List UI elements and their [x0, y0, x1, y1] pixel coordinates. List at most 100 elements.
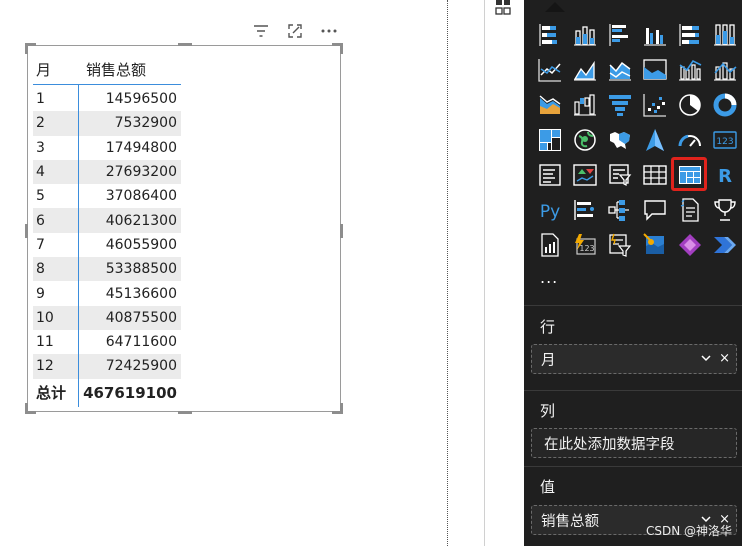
svg-text:R: R: [718, 166, 732, 187]
month-cell: 12: [33, 354, 79, 379]
goals-icon[interactable]: [707, 192, 742, 227]
resize-handle[interactable]: [178, 43, 192, 46]
donut-chart-icon[interactable]: [707, 87, 742, 122]
paginated-report-icon[interactable]: [532, 227, 567, 262]
stacked-bar-icon[interactable]: [532, 17, 567, 52]
section-divider: [524, 390, 742, 391]
table-row: 9 45136600: [33, 281, 181, 306]
chevron-down-icon[interactable]: [701, 351, 711, 366]
rows-field-well[interactable]: 月 ×: [531, 344, 737, 374]
values-label: 值: [540, 478, 556, 496]
stacked-column-icon[interactable]: [567, 17, 602, 52]
clustered-column-icon[interactable]: [637, 17, 672, 52]
waterfall-icon[interactable]: [567, 87, 602, 122]
month-cell: 1: [33, 84, 79, 112]
build-visual-icon[interactable]: [495, 0, 515, 18]
sales-cell: 72425900: [78, 354, 181, 379]
table-icon[interactable]: [637, 157, 672, 192]
section-divider: [524, 466, 742, 467]
power-automate-icon[interactable]: [707, 227, 742, 262]
sales-cell: 64711600: [105, 334, 177, 351]
page-boundary-divider: [447, 0, 448, 546]
ribbon-chart-icon[interactable]: [637, 52, 672, 87]
matrix-icon[interactable]: [671, 157, 707, 192]
column-header-month[interactable]: 月: [33, 54, 78, 85]
svg-text:Py: Py: [539, 202, 559, 222]
clustered-bar-icon[interactable]: [602, 17, 637, 52]
sales-cell: 46055900: [105, 236, 177, 253]
table-row: 7 46055900: [33, 232, 181, 258]
filter-icon[interactable]: [244, 18, 278, 44]
line-clustered-column-icon[interactable]: [672, 52, 707, 87]
table-row: 12 72425900: [33, 354, 181, 379]
column-header-sales[interactable]: 销售总额: [78, 54, 181, 85]
matrix-table: 月 销售总额 1 14596500 2 7532900 3 17494800 4 276…: [33, 54, 181, 407]
card-icon[interactable]: 123: [707, 122, 742, 157]
qa-icon[interactable]: [637, 192, 672, 227]
sales-cell: 27693200: [78, 159, 181, 185]
month-cell: 5: [33, 184, 79, 209]
resize-handle[interactable]: [25, 403, 28, 414]
more-visuals-button[interactable]: ...: [540, 268, 558, 287]
100-stacked-bar-icon[interactable]: [672, 17, 707, 52]
svg-text:123: 123: [579, 244, 594, 253]
resize-handle[interactable]: [340, 43, 343, 54]
resize-handle[interactable]: [340, 403, 343, 414]
values-field-name: 销售总额: [541, 513, 599, 530]
100-stacked-column-icon[interactable]: [707, 17, 742, 52]
more-options-icon[interactable]: [312, 18, 346, 44]
header-row: 月 销售总额: [33, 54, 181, 85]
sales-cell: 45136600: [105, 285, 177, 302]
python-visual-icon[interactable]: Py: [532, 192, 567, 227]
funnel-icon[interactable]: [602, 87, 637, 122]
line-stacked-column-icon[interactable]: [707, 52, 742, 87]
table-row: 2 7532900: [33, 111, 181, 136]
month-cell: 3: [33, 135, 79, 160]
decomposition-tree-icon[interactable]: [602, 192, 637, 227]
total-value: 467619100: [83, 383, 177, 402]
visual-header-toolbar: [244, 18, 346, 44]
resize-handle[interactable]: [178, 411, 192, 414]
pie-chart-icon[interactable]: [672, 87, 707, 122]
key-influencers-icon[interactable]: [567, 192, 602, 227]
filled-map-icon[interactable]: [602, 122, 637, 157]
map-icon[interactable]: [567, 122, 602, 157]
sales-cell: 17494800: [105, 139, 177, 156]
sales-cell: 14596500: [105, 91, 177, 108]
columns-drop-zone[interactable]: 在此处添加数据字段: [531, 428, 737, 458]
sales-cell: 40621300: [78, 208, 181, 233]
azure-map-icon[interactable]: [637, 122, 672, 157]
month-cell: 10: [33, 305, 79, 330]
section-divider: [524, 305, 742, 306]
narrative-icon[interactable]: [672, 192, 707, 227]
resize-handle[interactable]: [340, 224, 343, 238]
power-apps-diamond-icon[interactable]: [672, 227, 707, 262]
treemap-icon[interactable]: [532, 122, 567, 157]
slicer-icon[interactable]: [602, 157, 637, 192]
stacked-area-icon[interactable]: [602, 52, 637, 87]
tab-pointer: [545, 2, 565, 12]
focus-mode-icon[interactable]: [278, 18, 312, 44]
rows-field-name: 月: [541, 352, 556, 369]
svg-text:123: 123: [716, 137, 733, 147]
area-chart-icon[interactable]: [567, 52, 602, 87]
line-chart-icon[interactable]: [532, 52, 567, 87]
resize-handle[interactable]: [25, 43, 28, 54]
visual-gallery: 123 R Py 123: [532, 17, 742, 262]
r-visual-icon[interactable]: R: [707, 157, 742, 192]
kpi-icon[interactable]: [567, 157, 602, 192]
smart-narrative-icon[interactable]: [602, 227, 637, 262]
close-icon[interactable]: ×: [719, 351, 730, 366]
gauge-icon[interactable]: [672, 122, 707, 157]
month-cell: 7: [33, 232, 79, 258]
scatter-icon[interactable]: [637, 87, 672, 122]
table-row: 3 17494800: [33, 135, 181, 160]
columns-label: 列: [540, 402, 556, 420]
ribbon-icon[interactable]: [532, 87, 567, 122]
power-apps-icon[interactable]: 123: [567, 227, 602, 262]
resize-handle[interactable]: [25, 224, 28, 238]
matrix-visual[interactable]: 月 销售总额 1 14596500 2 7532900 3 17494800 4 276…: [25, 43, 343, 414]
arcgis-icon[interactable]: [637, 227, 672, 262]
multi-row-card-icon[interactable]: [532, 157, 567, 192]
month-cell: 6: [33, 208, 79, 233]
